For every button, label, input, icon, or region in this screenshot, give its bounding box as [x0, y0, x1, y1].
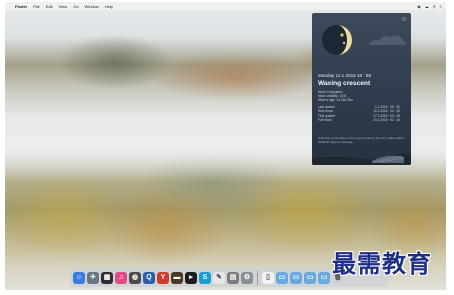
dock-apps: ☺ ✈ ▦ ♫ ◍ Q Y ▬ ▸ S ✎ ▤ ⚙ [73, 271, 253, 284]
textedit-icon[interactable]: ✎ [213, 271, 225, 284]
dock-separator [257, 270, 258, 285]
widget-date: Monday 11.1.2016 16 : 55 [318, 73, 372, 78]
table-row: Full moon 24.1.2016 · 02 : 46 [318, 118, 400, 122]
cloud-icon [369, 35, 406, 45]
moon-age: Moon's age: 1d 16h 23m [318, 98, 353, 103]
watermark: 最需教育 [332, 250, 432, 278]
status-item[interactable]: ☁ [425, 4, 429, 9]
notification-center-icon[interactable]: ≡ [440, 4, 442, 9]
yandex-browser-icon[interactable]: Y [157, 271, 169, 284]
quicktime-icon[interactable]: Q [143, 271, 155, 284]
folder-4-icon[interactable]: ▭ [318, 271, 330, 284]
phase-label: Full moon [318, 118, 332, 123]
sequel-icon[interactable]: ▬ [171, 271, 183, 284]
itunes-icon[interactable]: ♫ [115, 271, 127, 284]
power-icon[interactable]: ⏻ [402, 17, 406, 23]
menu-go[interactable]: Go [73, 4, 78, 9]
skype-icon[interactable]: S [199, 271, 211, 284]
menu-view[interactable]: View [59, 4, 68, 9]
folder-1-icon[interactable]: ▭ [276, 271, 288, 284]
status-menus: ◉ ☁ ⚲ ≡ [417, 4, 446, 9]
moon-icon [320, 23, 354, 57]
phase-value: 24.1.2016 · 02 : 46 [373, 118, 400, 123]
terminal-icon[interactable]: ▸ [185, 271, 197, 284]
launchpad-icon[interactable]: ✈ [87, 271, 99, 284]
status-item[interactable]: ◉ [417, 4, 421, 9]
finder-icon[interactable]: ☺ [73, 271, 85, 284]
menu-app-name[interactable]: Finder [15, 4, 27, 9]
moon-phase-title: Waxing crescent [318, 80, 371, 87]
mission-control-icon[interactable]: ▦ [101, 271, 113, 284]
menu-help[interactable]: Help [105, 4, 113, 9]
menu-window[interactable]: Window [85, 4, 99, 9]
moon-info: Moon in Aquarius Moon visibility: 21% Mo… [318, 90, 353, 103]
folder-3-icon[interactable]: ▭ [304, 271, 316, 284]
spotlight-icon[interactable]: ⚲ [433, 4, 436, 9]
phase-table: Last quarter 1.1.2016 · 06 : 30 New moon 1… [318, 105, 400, 123]
menu-file[interactable]: File [33, 4, 39, 9]
photos-icon[interactable]: ◍ [129, 271, 141, 284]
moon-surface-icon [312, 153, 411, 165]
menu-bar: Finder File Edit View Go Window Help ◉ ☁… [5, 2, 446, 10]
moon-fact: A full day on the Moon, from one sunrise… [318, 136, 404, 144]
system-preferences-icon[interactable]: ⚙ [241, 271, 253, 284]
folder-2-icon[interactable]: ▭ [290, 271, 302, 284]
document-icon[interactable]: ▯ [262, 271, 274, 284]
moon-phase-widget[interactable]: ⏻ Monday 11.1.2016 16 : 55 Waxing cresce… [312, 13, 411, 165]
menu-edit[interactable]: Edit [46, 4, 53, 9]
preview-icon[interactable]: ▤ [227, 271, 239, 284]
